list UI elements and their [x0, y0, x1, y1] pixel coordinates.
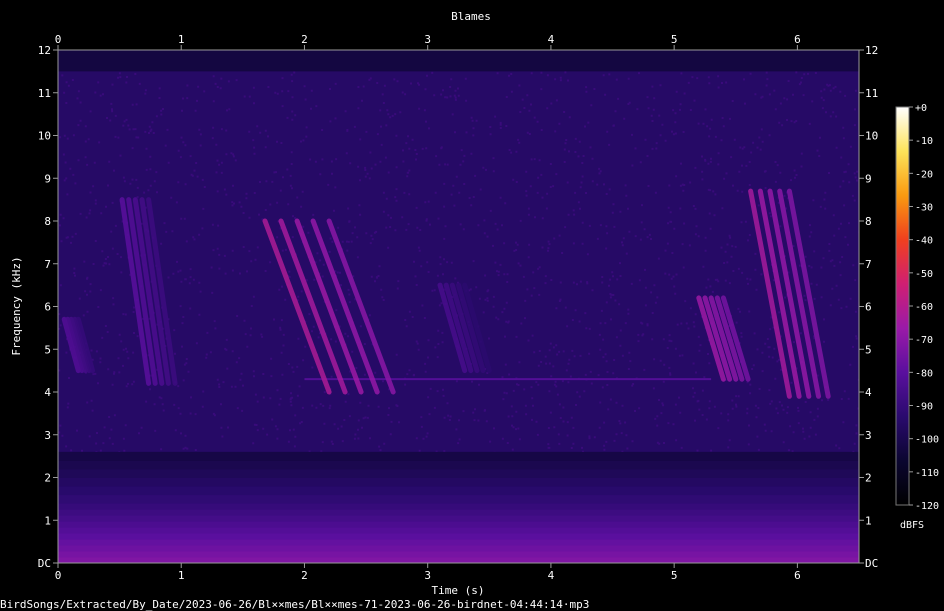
y-tick-label-right: 6 [865, 301, 872, 314]
y-tick-label-right: 4 [865, 386, 872, 399]
y-tick-label-right: 7 [865, 258, 872, 271]
chart-title: Blames [451, 10, 491, 23]
colorbar-label: dBFS [900, 520, 924, 531]
y-tick-label-right: 11 [865, 87, 878, 100]
y-tick-label-right: 10 [865, 130, 878, 143]
x-tick-label-bottom: 0 [55, 569, 62, 582]
x-tick-label-top: 6 [794, 33, 801, 46]
low-band-fade [58, 468, 859, 478]
y-tick-label-left: 6 [44, 301, 51, 314]
y-tick-label-left: 12 [38, 44, 51, 57]
heatmap-top-band [58, 50, 859, 72]
low-band-strip [58, 527, 859, 534]
y-tick-label-right: 8 [865, 215, 872, 228]
y-axis-label: Frequency (kHz) [10, 256, 23, 355]
colorbar-tick-label: -20 [915, 169, 933, 180]
low-band-fade [58, 451, 859, 461]
x-tick-label-top: 0 [55, 33, 62, 46]
low-band-fade [58, 477, 859, 487]
colorbar-tick-label: -30 [915, 203, 933, 214]
low-band-strip [58, 521, 859, 528]
colorbar-tick-label: -90 [915, 402, 933, 413]
y-tick-label-left: 9 [44, 172, 51, 185]
x-tick-label-top: 4 [548, 33, 555, 46]
colorbar-tick-label: -40 [915, 236, 933, 247]
colorbar-tick-label: -100 [915, 435, 939, 446]
y-tick-label-right: 1 [865, 514, 872, 527]
colorbar-tick-label: -50 [915, 269, 933, 280]
low-band-fade [58, 460, 859, 470]
y-tick-label-left: DC [38, 557, 51, 570]
low-band-fade [58, 494, 859, 504]
x-tick-label-top: 3 [424, 33, 431, 46]
y-tick-label-left: 3 [44, 429, 51, 442]
colorbar-tick-label: -110 [915, 468, 939, 479]
y-tick-label-right: 12 [865, 44, 878, 57]
y-tick-label-left: 4 [44, 386, 51, 399]
low-band-fade [58, 486, 859, 496]
y-tick-label-left: 11 [38, 87, 51, 100]
y-tick-label-left: 5 [44, 343, 51, 356]
y-tick-label-right: 2 [865, 472, 872, 485]
low-band-strip [58, 503, 859, 510]
colorbar-tick-label: -120 [915, 501, 939, 512]
y-tick-label-left: 1 [44, 514, 51, 527]
x-tick-label-top: 5 [671, 33, 678, 46]
low-band-strip [58, 533, 859, 540]
colorbar-tick-label: -70 [915, 335, 933, 346]
colorbar-tick-label: -10 [915, 136, 933, 147]
low-band-strip [58, 515, 859, 522]
colorbar-tick-label: -80 [915, 368, 933, 379]
y-tick-label-left: 10 [38, 130, 51, 143]
y-tick-label-right: DC [865, 557, 878, 570]
colorbar-gradient [896, 107, 909, 505]
x-axis-label: Time (s) [432, 584, 485, 597]
x-tick-label-top: 1 [178, 33, 185, 46]
x-tick-label-bottom: 1 [178, 569, 185, 582]
y-tick-label-right: 3 [865, 429, 872, 442]
y-tick-label-right: 9 [865, 172, 872, 185]
spectrogram-heatmap [58, 50, 859, 563]
low-band-strip [58, 545, 859, 552]
low-band-strip [58, 539, 859, 546]
low-band-strip [58, 509, 859, 516]
colorbar-tick-label: -60 [915, 302, 933, 313]
y-tick-label-right: 5 [865, 343, 872, 356]
x-tick-label-bottom: 4 [548, 569, 555, 582]
x-tick-label-bottom: 3 [424, 569, 431, 582]
x-tick-label-top: 2 [301, 33, 308, 46]
y-tick-label-left: 8 [44, 215, 51, 228]
x-tick-label-bottom: 5 [671, 569, 678, 582]
file-path: BirdSongs/Extracted/By_Date/2023-06-26/B… [0, 598, 589, 611]
colorbar-tick-label: +0 [915, 103, 927, 114]
low-band-strip [58, 551, 859, 558]
x-tick-label-bottom: 6 [794, 569, 801, 582]
x-tick-label-bottom: 2 [301, 569, 308, 582]
y-tick-label-left: 7 [44, 258, 51, 271]
y-tick-label-left: 2 [44, 472, 51, 485]
spectrogram-chart: 00112233445566DC DC1 12 23 34 45 56 67 78 89 910 10… [0, 0, 944, 611]
